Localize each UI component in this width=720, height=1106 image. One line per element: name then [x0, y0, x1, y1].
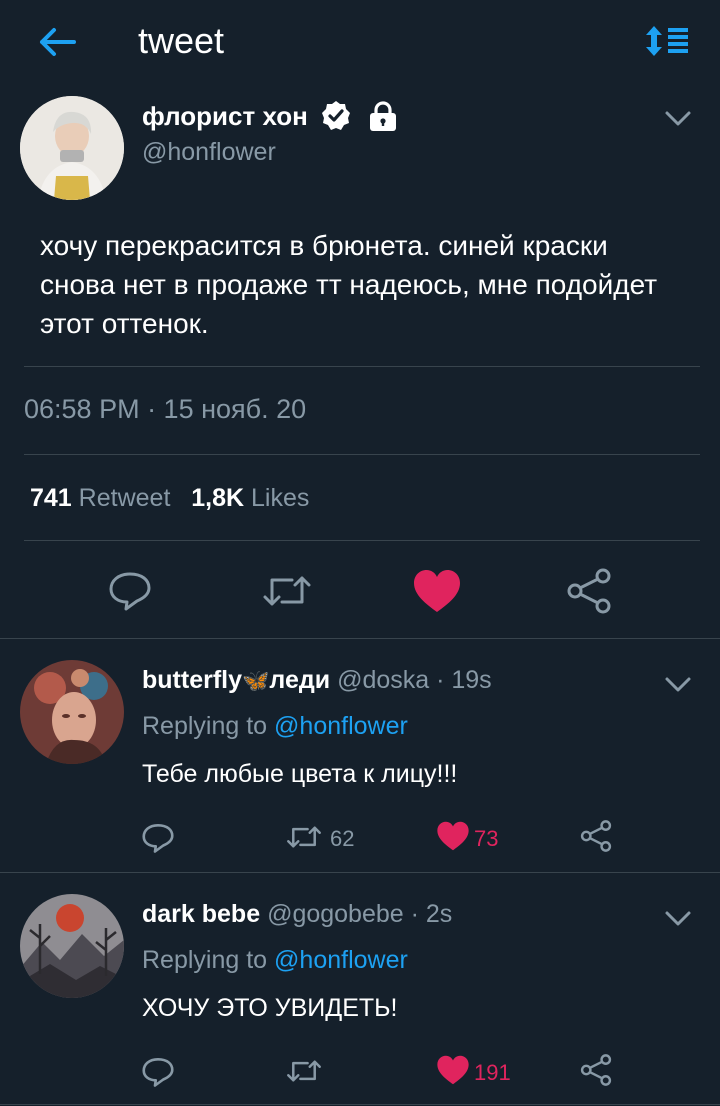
divider: [0, 872, 720, 873]
reply-like-count: 73: [474, 826, 499, 851]
top-bar: tweet: [0, 0, 720, 86]
divider: [24, 540, 700, 541]
reply-display-name-suffix[interactable]: леди: [269, 666, 330, 694]
author-avatar[interactable]: [20, 96, 124, 200]
avatar-image: [20, 894, 124, 998]
tweet-stats: 741 Retweet 1,8K Likes: [30, 484, 309, 513]
reply-header: butterfly🦋леди @doska · 19s: [142, 666, 492, 695]
avatar-image: [20, 660, 124, 764]
share-icon[interactable]: [580, 1054, 612, 1086]
avatar-image: [20, 96, 124, 200]
reply-retweet-count: 62: [330, 826, 355, 851]
author-name-row: флорист хон: [142, 100, 400, 132]
reply-avatar[interactable]: [20, 894, 124, 998]
chevron-down-icon[interactable]: [664, 676, 692, 694]
back-button[interactable]: [34, 22, 80, 62]
retweet-label[interactable]: Retweet: [79, 484, 171, 512]
like-count[interactable]: 1,8K: [191, 484, 244, 512]
replying-mention[interactable]: @honflower: [274, 712, 408, 740]
likes-label[interactable]: Likes: [251, 484, 309, 512]
share-icon[interactable]: [566, 568, 612, 614]
tweet-text: хочу перекрасится в брюнета. синей краск…: [40, 230, 658, 339]
sort-icon: [646, 26, 688, 56]
chevron-down-icon[interactable]: [664, 910, 692, 928]
replying-mention[interactable]: @honflower: [274, 946, 408, 974]
replying-to: Replying to @honflower: [142, 946, 408, 975]
replying-prefix: Replying to: [142, 946, 268, 974]
sort-button[interactable]: [644, 22, 692, 62]
chevron-down-icon[interactable]: [664, 110, 692, 128]
share-icon[interactable]: [580, 820, 612, 852]
reply-text: ХОЧУ ЭТО УВИДЕТЬ!: [142, 994, 398, 1022]
tweet-timestamp: 06:58 PM · 15 нояб. 20: [24, 394, 307, 424]
reply-handle-time[interactable]: @gogobebe · 2s: [267, 900, 452, 928]
reply-display-name[interactable]: dark bebe: [142, 900, 260, 928]
retweet-icon[interactable]: [262, 570, 312, 612]
divider: [24, 454, 700, 455]
like-icon[interactable]: [412, 568, 462, 614]
verified-badge-icon: [321, 101, 350, 130]
reply-handle-time[interactable]: @doska · 19s: [337, 666, 492, 694]
reply-display-name[interactable]: butterfly: [142, 666, 242, 694]
like-icon[interactable]: [436, 1054, 470, 1086]
like-icon[interactable]: [436, 820, 470, 852]
reply-header: dark bebe @gogobebe · 2s: [142, 900, 452, 929]
author-handle[interactable]: @honflower: [142, 138, 276, 167]
replying-to: Replying to @honflower: [142, 712, 408, 741]
reply-icon[interactable]: [106, 570, 154, 612]
arrow-left-icon: [40, 28, 76, 56]
retweet-icon[interactable]: [286, 1056, 322, 1086]
reply-icon[interactable]: [140, 822, 176, 854]
lock-icon: [369, 101, 396, 131]
reply-like-count: 191: [474, 1060, 511, 1085]
replying-prefix: Replying to: [142, 712, 268, 740]
reply-avatar[interactable]: [20, 660, 124, 764]
divider: [0, 638, 720, 639]
retweet-count[interactable]: 741: [30, 484, 72, 512]
divider: [0, 1104, 720, 1105]
author-display-name[interactable]: флорист хон: [142, 101, 308, 132]
retweet-icon[interactable]: [286, 822, 322, 852]
reply-icon[interactable]: [140, 1056, 176, 1088]
page-title: tweet: [138, 20, 225, 61]
butterfly-emoji: 🦋: [242, 668, 270, 693]
reply-text: Тебе любые цвета к лицу!!!: [142, 760, 458, 788]
divider: [24, 366, 700, 367]
